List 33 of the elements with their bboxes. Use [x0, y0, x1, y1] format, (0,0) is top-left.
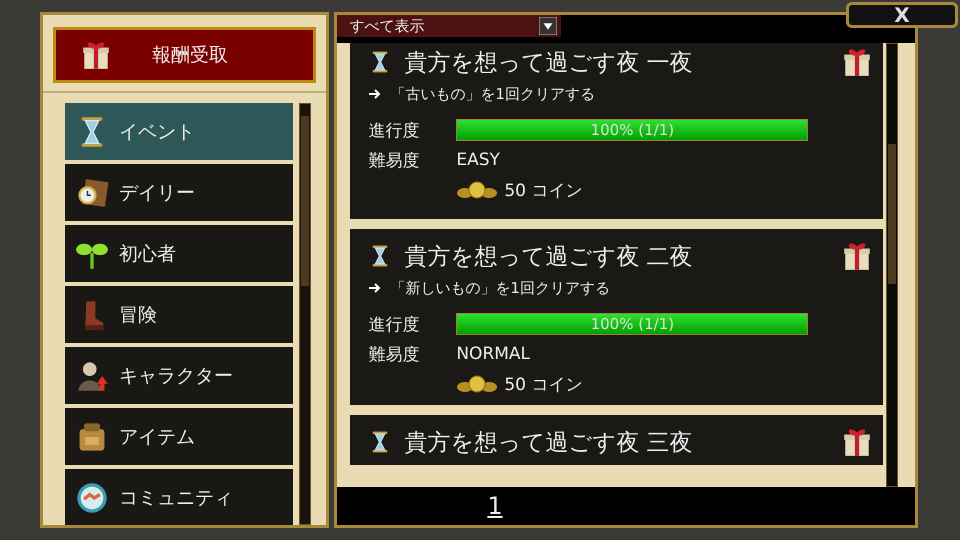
category-tab[interactable]: 冒険 [65, 286, 293, 343]
category-tab[interactable]: コミュニティ [65, 469, 293, 525]
filter-dropdown[interactable]: すべて表示 [337, 15, 562, 37]
page-number[interactable]: 1 [487, 492, 503, 520]
category-tab[interactable]: 初心者 [65, 225, 293, 282]
arrow-icon [368, 282, 382, 294]
difficulty-value: NORMAL [456, 344, 530, 364]
coins-icon [456, 180, 498, 200]
dropdown-arrow-icon [539, 17, 558, 35]
progress-text: 100% (1/1) [590, 314, 676, 334]
reward-text: 50 コイン [504, 374, 582, 396]
difficulty-label: 難易度 [368, 344, 420, 366]
quest-title: 貴方を想って過ごす夜 一夜 [404, 48, 694, 78]
progress-label: 進行度 [368, 120, 420, 142]
difficulty-value: EASY [456, 150, 500, 170]
coins-icon [456, 374, 498, 394]
scrollbar[interactable] [299, 103, 311, 525]
scrollbar[interactable] [886, 43, 898, 487]
reward-claim-button[interactable]: 報酬受取 [53, 27, 316, 83]
category-tab[interactable]: アイテム [65, 408, 293, 465]
quest-objective: 「新しいもの」を1回クリアする [390, 278, 610, 298]
category-tab[interactable]: デイリー [65, 164, 293, 221]
category-tab[interactable]: イベント [65, 103, 293, 160]
reward-text: 50 コイン [504, 180, 582, 202]
arrow-icon [368, 88, 382, 100]
quest-title: 貴方を想って過ごす夜 三夜 [404, 428, 694, 458]
quest-title: 貴方を想って過ごす夜 二夜 [404, 242, 694, 272]
difficulty-label: 難易度 [368, 150, 420, 172]
progress-text: 100% (1/1) [590, 120, 676, 140]
close-button[interactable]: X [846, 2, 958, 28]
quest-objective: 「古いもの」を1回クリアする [390, 84, 595, 104]
progress-label: 進行度 [368, 314, 420, 336]
category-tab[interactable]: キャラクター [65, 347, 293, 404]
